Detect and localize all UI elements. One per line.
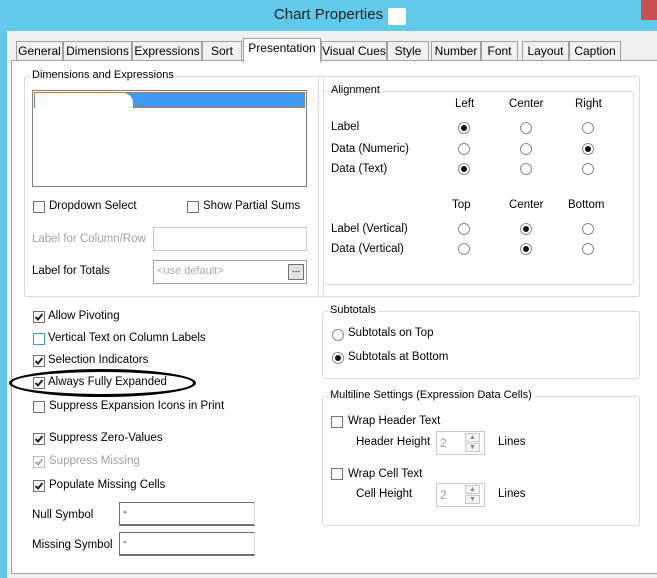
label-column-row-label: Label for Column/Row (32, 233, 146, 245)
tab-font[interactable]: Font (481, 41, 518, 60)
label-totals-input[interactable]: <use default> (153, 260, 307, 284)
row-data-numeric: Data (Numeric) (331, 143, 409, 155)
label-totals-label: Label for Totals (32, 265, 110, 277)
subtotals-on-top-radio[interactable] (332, 329, 344, 341)
header-height-label: Header Height (356, 436, 431, 448)
window-border (0, 31, 7, 578)
null-symbol-label: Null Symbol (32, 509, 94, 521)
dropdown-select-checkbox[interactable] (33, 201, 45, 213)
subtotals-label: Subtotals (328, 304, 378, 316)
data-vertical-bottom-radio[interactable] (582, 243, 594, 255)
cell-height-label: Cell Height (356, 488, 413, 500)
multiline-label: Multiline Settings (Expression Data Cell… (328, 389, 534, 401)
cell-height-down-button[interactable]: ▼ (465, 495, 480, 504)
tab-layout[interactable]: Layout (522, 41, 569, 60)
missing-symbol-label: Missing Symbol (32, 539, 113, 551)
header-height-up-button[interactable]: ▲ (465, 433, 480, 442)
label-vertical-bottom-radio[interactable] (582, 223, 594, 235)
col-center: Center (509, 98, 544, 110)
subtotals-group (322, 311, 640, 379)
populate-missing-cells-checkbox[interactable] (33, 480, 45, 492)
wrap-header-text-checkbox[interactable] (331, 416, 343, 428)
col-vcenter: Center (509, 199, 544, 211)
wrap-cell-text-label: Wrap Cell Text (348, 468, 423, 480)
vertical-text-checkbox[interactable] (33, 333, 45, 345)
cell-height-up-button[interactable]: ▲ (465, 485, 480, 494)
col-right: Right (575, 98, 602, 110)
numeric-center-radio[interactable] (520, 143, 532, 155)
tab-number[interactable]: Number (431, 41, 481, 60)
subtotals-at-bottom-radio[interactable] (332, 352, 344, 364)
tab-visual-cues[interactable]: Visual Cues (321, 41, 387, 60)
text-right-radio[interactable] (582, 163, 594, 175)
numeric-right-radio[interactable] (582, 143, 594, 155)
col-bottom: Bottom (568, 199, 605, 211)
label-right-radio[interactable] (582, 122, 594, 134)
show-partial-sums-label: Show Partial Sums (203, 200, 301, 212)
suppress-zero-values-checkbox[interactable] (33, 433, 45, 445)
suppress-missing-label: Suppress Missing (49, 455, 140, 467)
tab-caption[interactable]: Caption (569, 41, 621, 60)
tab-expressions[interactable]: Expressions (132, 41, 202, 60)
dropdown-select-label: Dropdown Select (49, 200, 137, 212)
populate-missing-cells-label: Populate Missing Cells (49, 479, 166, 491)
label-vertical-top-radio[interactable] (458, 223, 470, 235)
col-top: Top (452, 199, 471, 211)
highlight-ellipse (9, 369, 196, 397)
alignment-label: Alignment (329, 84, 382, 96)
tab-general[interactable]: General (16, 41, 63, 60)
label-vertical-center-radio[interactable] (520, 223, 532, 235)
label-center-radio[interactable] (520, 122, 532, 134)
redacted-mark (388, 8, 406, 25)
row-data-vertical: Data (Vertical) (331, 243, 404, 255)
suppress-missing-checkbox[interactable] (33, 456, 45, 468)
subtotals-on-top-label: Subtotals on Top (348, 327, 434, 339)
suppress-expansion-icons-label: Suppress Expansion Icons in Print (49, 400, 225, 412)
null-symbol-input[interactable]: - (119, 502, 255, 526)
tab-sort[interactable]: Sort (202, 41, 242, 60)
tab-presentation[interactable]: Presentation (243, 38, 321, 63)
row-data-text: Data (Text) (331, 163, 388, 175)
row-label: Label (331, 121, 360, 133)
vertical-text-label: Vertical Text on Column Labels (48, 332, 206, 344)
header-height-down-button[interactable]: ▼ (465, 443, 480, 452)
selection-indicators-checkbox[interactable] (33, 355, 45, 367)
show-partial-sums-checkbox[interactable] (187, 201, 199, 213)
text-left-radio[interactable] (458, 163, 470, 175)
numeric-left-radio[interactable] (458, 143, 470, 155)
subtotals-at-bottom-label: Subtotals at Bottom (348, 351, 449, 363)
header-height-unit: Lines (498, 436, 526, 448)
allow-pivoting-label: Allow Pivoting (48, 310, 120, 322)
close-button[interactable] (641, 0, 657, 20)
data-vertical-center-radio[interactable] (520, 243, 532, 255)
label-column-row-input[interactable] (153, 227, 307, 251)
dimensions-expressions-label: Dimensions and Expressions (30, 69, 176, 81)
selection-indicators-label: Selection Indicators (48, 354, 149, 366)
col-left: Left (455, 98, 475, 110)
tab-style[interactable]: Style (387, 41, 429, 60)
wrap-cell-text-checkbox[interactable] (331, 468, 343, 480)
alignment-group (323, 91, 634, 285)
text-center-radio[interactable] (520, 163, 532, 175)
tab-dimensions[interactable]: Dimensions (63, 41, 132, 60)
allow-pivoting-checkbox[interactable] (33, 311, 45, 323)
wrap-header-text-label: Wrap Header Text (348, 415, 441, 427)
label-left-radio[interactable] (458, 122, 470, 134)
missing-symbol-input[interactable]: - (119, 532, 255, 556)
suppress-zero-values-label: Suppress Zero-Values (49, 432, 163, 444)
cell-height-unit: Lines (498, 488, 526, 500)
window-title: Chart Properties (273, 6, 384, 23)
dimensions-expressions-list[interactable] (32, 90, 307, 187)
label-totals-browse-button[interactable]: ... (288, 264, 304, 280)
data-vertical-top-radio[interactable] (458, 243, 470, 255)
row-label-vertical: Label (Vertical) (331, 223, 408, 235)
redacted-text (35, 93, 133, 109)
suppress-expansion-icons-checkbox[interactable] (33, 401, 45, 413)
